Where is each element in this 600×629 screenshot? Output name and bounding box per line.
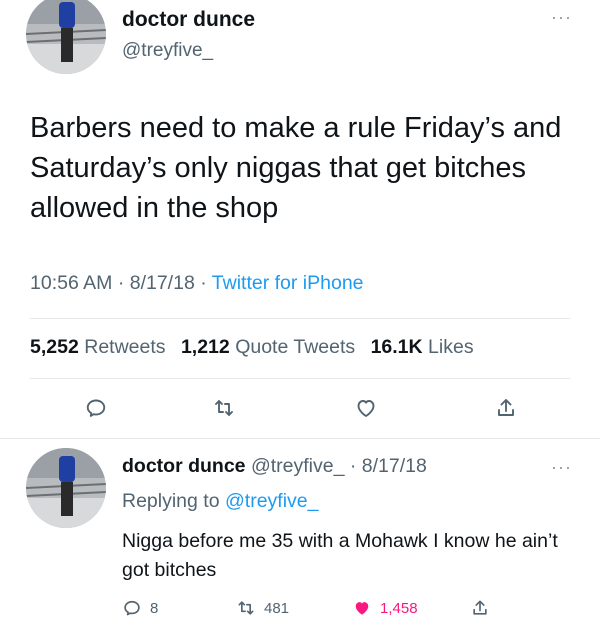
retweet-icon	[215, 400, 233, 416]
author-name[interactable]: doctor dunce	[122, 8, 255, 32]
divider	[30, 318, 570, 319]
avatar[interactable]	[26, 448, 106, 528]
author-handle[interactable]: @treyfive_	[122, 40, 213, 62]
retweet-button[interactable]	[208, 392, 240, 424]
reply-button[interactable]: 8	[122, 596, 158, 620]
share-icon	[473, 600, 487, 615]
replying-to-mention[interactable]: @treyfive_	[225, 490, 319, 512]
like-count: 1,458	[380, 599, 418, 617]
divider	[30, 378, 570, 379]
meta-separator: ·	[200, 272, 212, 294]
tweet-text: Barbers need to make a rule Friday’s and…	[30, 112, 562, 224]
tweet-stats: 5,252 Retweets 1,212 Quote Tweets 16.1K …	[30, 336, 484, 359]
like-button[interactable]: 1,458	[352, 596, 418, 620]
tweet-date[interactable]: 8/17/18	[130, 272, 195, 294]
share-button[interactable]	[470, 596, 490, 620]
author-handle[interactable]: @treyfive_	[251, 455, 345, 477]
retweets-stat[interactable]: 5,252 Retweets	[30, 336, 166, 358]
replying-to: Replying to @treyfive_	[122, 490, 318, 513]
share-button[interactable]	[490, 392, 522, 424]
replying-prefix: Replying to	[122, 490, 220, 512]
retweet-button[interactable]: 481	[236, 596, 289, 620]
reply-count: 8	[150, 599, 159, 617]
tweet-time[interactable]: 10:56 AM	[30, 272, 112, 294]
author-name[interactable]: doctor dunce	[122, 455, 246, 477]
reply-text: Nigga before me 35 with a Mohawk I know …	[122, 530, 558, 581]
meta-separator: ·	[117, 272, 130, 294]
like-icon	[357, 400, 375, 417]
reply-button[interactable]	[80, 392, 112, 424]
more-options-icon[interactable]: ···	[551, 8, 572, 26]
share-icon	[498, 399, 514, 416]
retweet-icon	[238, 601, 254, 615]
like-filled-icon	[355, 602, 369, 615]
retweet-count: 481	[264, 599, 290, 617]
reply-icon	[86, 399, 106, 417]
tweet-meta: 10:56 AM · 8/17/18 · Twitter for iPhone	[30, 272, 364, 295]
likes-stat[interactable]: 16.1K Likes	[371, 336, 474, 358]
tweet-source[interactable]: Twitter for iPhone	[212, 272, 364, 294]
reply-header: doctor dunce @treyfive_ · 8/17/18	[122, 455, 427, 478]
quote-tweets-stat[interactable]: 1,212 Quote Tweets	[181, 336, 355, 358]
meta-separator: ·	[349, 455, 362, 477]
divider	[0, 438, 600, 439]
reply-icon	[124, 600, 140, 616]
reply-date[interactable]: 8/17/18	[362, 455, 427, 477]
like-button[interactable]	[350, 392, 382, 424]
avatar-photo-icon	[26, 0, 106, 74]
more-options-icon[interactable]: ···	[551, 458, 572, 476]
avatar[interactable]	[26, 0, 106, 74]
avatar-photo-icon	[26, 448, 106, 528]
